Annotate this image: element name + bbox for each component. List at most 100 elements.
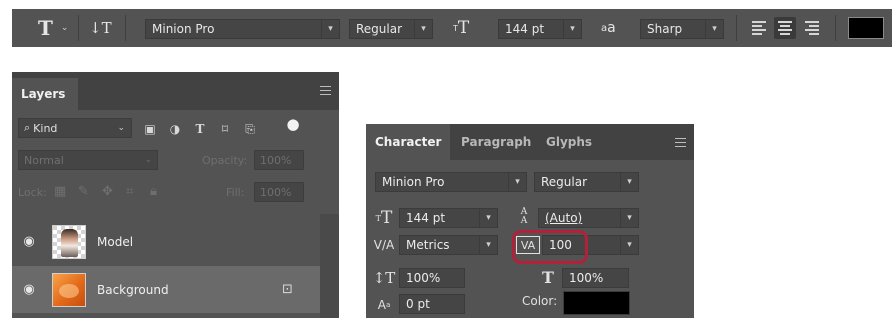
font-size-value: 144 pt [505,22,545,36]
layer-thumbnail [52,272,86,307]
opacity-field[interactable]: 100% [254,150,304,170]
lock-artboard-icon[interactable]: ⌗ [126,184,133,199]
baseline-shift-icon: Aa [377,298,391,312]
panel-menu-icon[interactable] [320,86,331,95]
layer-name: Model [97,234,134,249]
baseline-shift-value: 0 pt [406,297,430,311]
layers-scrollbar[interactable] [320,214,339,318]
type-options-bar: T ⌄ ↓T Minion Pro ▾ Regular ▾ TT 144 pt … [0,0,894,57]
pixel-layer-filter-icon[interactable]: ▣ [142,121,158,137]
font-family-value: Minion Pro [382,175,445,189]
eye-icon[interactable]: ◉ [21,282,37,298]
vertical-scale-icon: ↕T [372,269,396,287]
chevron-down-icon: ▾ [563,19,581,39]
chevron-down-icon: ▾ [620,235,638,255]
lock-label: Lock: [18,186,47,199]
font-family-dropdown[interactable]: Minion Pro ▾ [145,19,340,39]
filter-kind-value: Kind [33,121,58,135]
font-style-dropdown[interactable]: Regular ▾ [534,172,639,192]
tab-paragraph[interactable]: Paragraph [452,124,540,160]
leading-icon: AA [520,207,528,226]
toggle-text-orientation-button[interactable]: ↓T [89,9,112,47]
font-size-dropdown[interactable]: 144 pt ▾ [399,208,498,228]
anti-aliasing-icon: aa [601,20,616,36]
vertical-scale-value: 100% [406,271,441,285]
fill-field[interactable]: 100% [254,182,304,202]
font-family-dropdown[interactable]: Minion Pro ▾ [375,172,527,192]
chevron-down-icon: ⌄ [117,123,125,133]
type-tool-icon: T [38,16,53,40]
layer-thumbnail [52,224,86,259]
opacity-value: 100% [260,153,292,167]
lock-transparent-pixels-icon[interactable]: ▦ [54,184,66,199]
lock-icon: ⊡ [282,282,293,297]
tab-label: Character [375,135,442,149]
kerning-dropdown[interactable]: Metrics ▾ [399,235,498,255]
chevron-down-icon: ⌄ [60,23,69,33]
search-icon: ⌕ [24,121,31,134]
font-style-dropdown[interactable]: Regular ▾ [349,19,433,39]
chevron-down-icon: ▾ [479,208,497,228]
chevron-down-icon: ▾ [414,19,432,39]
separator [736,15,737,41]
font-size-icon: TT [453,18,470,38]
lock-all-icon[interactable]: 🔒︎ [150,184,157,199]
align-right-button[interactable] [801,17,823,39]
anti-aliasing-value: Sharp [647,22,683,36]
separator [835,15,836,41]
panel-menu-icon[interactable] [675,138,686,147]
layer-filter-row: ⌕ Kind ⌄ ▣ ◑ T ⌑ ⎘ ● [12,115,339,140]
text-orientation-icon: ↓T [89,19,112,37]
text-color-swatch[interactable] [848,17,884,39]
filter-toggle-icon[interactable]: ● [285,115,301,133]
tab-layers[interactable]: Layers [12,78,78,110]
chevron-down-icon: ▾ [705,19,723,39]
tab-label: Glyphs [546,135,593,149]
chevron-down-icon: ▾ [479,235,497,255]
color-label: Color: [522,294,558,308]
horizontal-scale-value: 100% [569,271,604,285]
tab-character[interactable]: Character [366,124,451,160]
font-style-value: Regular [541,175,588,189]
lock-fill-row: Lock: ▦ ✎ ✥ ⌗ 🔒︎ Fill: 100% [12,182,339,204]
separator [125,15,126,41]
chevron-down-icon: ⌄ [144,155,152,165]
chevron-down-icon: ▾ [508,172,526,192]
font-size-dropdown[interactable]: 144 pt ▾ [498,19,582,39]
blend-mode-dropdown[interactable]: Normal ⌄ [18,150,158,170]
horizontal-scale-field[interactable]: 100% [562,268,629,288]
lock-position-icon[interactable]: ✥ [102,184,113,199]
align-left-button[interactable] [748,17,770,39]
shape-layer-filter-icon[interactable]: ⌑ [217,121,233,137]
adjustment-layer-filter-icon[interactable]: ◑ [167,121,183,137]
text-color-swatch[interactable] [563,291,630,315]
options-bar-panel: T ⌄ ↓T Minion Pro ▾ Regular ▾ TT 144 pt … [12,9,892,47]
blend-mode-value: Normal [24,153,64,167]
font-family-value: Minion Pro [152,22,215,36]
tab-glyphs[interactable]: Glyphs [537,124,601,160]
layer-row-model[interactable]: ◉ Model [12,218,320,265]
leading-value: (Auto) [545,211,583,225]
character-panel: Character Paragraph Glyphs Minion Pro ▾ … [366,124,694,318]
layer-row-background[interactable]: ◉ Background ⊡ [12,266,320,313]
lock-image-pixels-icon[interactable]: ✎ [78,184,89,199]
tab-label: Paragraph [461,135,532,149]
align-center-button[interactable] [774,17,796,39]
type-tool-preset-picker[interactable]: T ⌄ [38,9,68,47]
anti-aliasing-dropdown[interactable]: Sharp ▾ [640,19,724,39]
layers-panel: Layers ⌕ Kind ⌄ ▣ ◑ T ⌑ ⎘ ● Normal ⌄ Opa… [12,72,339,318]
fill-label: Fill: [226,186,245,199]
type-layer-filter-icon[interactable]: T [192,121,208,137]
baseline-shift-field[interactable]: 0 pt [399,294,465,314]
vertical-scale-field[interactable]: 100% [399,268,465,288]
chevron-down-icon: ▾ [321,19,339,39]
chevron-down-icon: ▾ [620,208,638,228]
layers-tab-bar: Layers [12,72,339,110]
smart-object-filter-icon[interactable]: ⎘ [242,121,258,137]
character-tab-bar: Character Paragraph Glyphs [366,124,694,160]
filter-kind-dropdown[interactable]: ⌕ Kind ⌄ [18,118,132,138]
leading-dropdown[interactable]: (Auto) ▾ [538,208,639,228]
tab-label: Layers [21,87,66,101]
font-style-value: Regular [356,22,403,36]
eye-icon[interactable]: ◉ [21,234,37,250]
